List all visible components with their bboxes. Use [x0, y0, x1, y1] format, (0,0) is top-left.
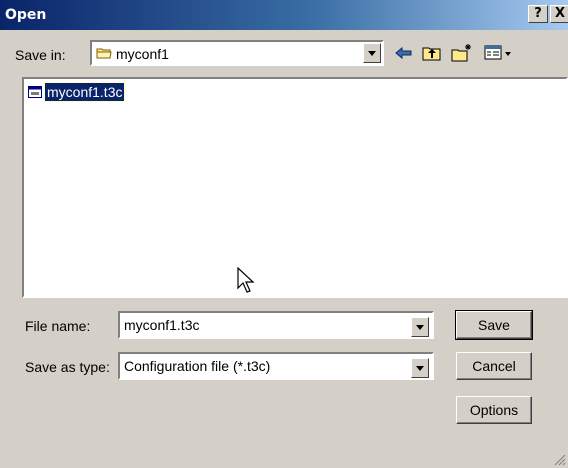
save-in-dropdown[interactable]: myconf1 [90, 40, 384, 66]
help-button[interactable]: ? [528, 5, 548, 23]
mouse-cursor-icon [237, 266, 255, 293]
up-folder-icon[interactable] [420, 42, 444, 64]
save-as-type-value: Configuration file (*.t3c) [124, 358, 271, 374]
file-name-label: myconf1.t3c [43, 82, 126, 102]
window-title: Open [5, 7, 47, 23]
save-as-type-dropdown[interactable]: Configuration file (*.t3c) [118, 352, 434, 380]
views-menu-icon[interactable] [482, 42, 516, 64]
back-arrow-icon[interactable] [392, 42, 416, 64]
config-file-icon [28, 86, 42, 98]
open-dialog: Open ? X Save in: myconf1 myconf1.t3c Fi… [0, 0, 568, 468]
title-bar[interactable]: Open ? X [0, 0, 568, 30]
chevron-down-icon[interactable] [363, 43, 381, 63]
save-as-type-label: Save as type: [25, 359, 110, 375]
save-in-label: Save in: [15, 47, 66, 63]
save-in-value: myconf1 [116, 46, 169, 62]
folder-icon [96, 48, 112, 59]
close-button[interactable]: X [550, 5, 568, 23]
file-list[interactable]: myconf1.t3c [22, 77, 568, 298]
chevron-down-icon[interactable] [411, 317, 429, 337]
new-folder-icon[interactable] [450, 42, 474, 64]
file-name-field-label: File name: [25, 318, 91, 334]
list-item[interactable]: myconf1.t3c [28, 82, 126, 102]
file-name-input[interactable]: myconf1.t3c [118, 311, 434, 339]
chevron-down-icon[interactable] [411, 358, 429, 378]
cancel-button[interactable]: Cancel [456, 352, 532, 380]
options-button[interactable]: Options [456, 396, 532, 424]
resize-grip-icon[interactable] [552, 452, 566, 466]
save-button[interactable]: Save [455, 310, 533, 340]
file-name-value[interactable]: myconf1.t3c [124, 317, 199, 333]
